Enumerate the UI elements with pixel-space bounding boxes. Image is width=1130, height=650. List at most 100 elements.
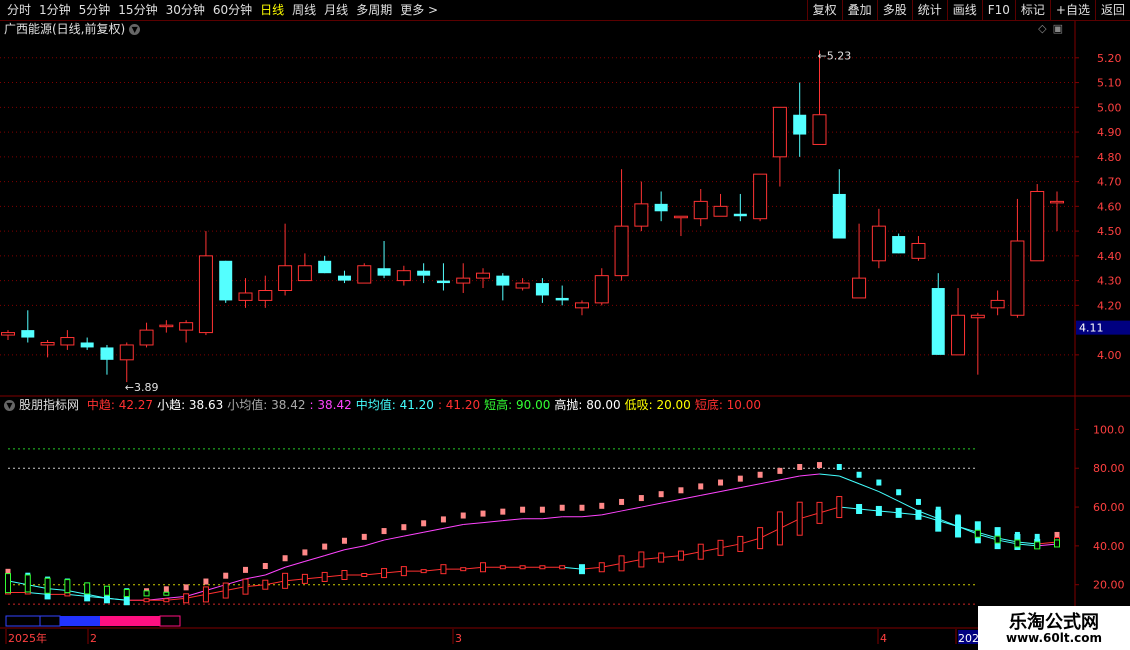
candle-body-down	[931, 288, 945, 355]
candle-body-up	[594, 275, 609, 304]
price-tick-label: 4.60	[1097, 200, 1122, 213]
small-trend-marker	[243, 566, 249, 573]
candle-body-up	[1, 332, 15, 336]
candle-body-up	[198, 255, 213, 334]
small-trend-marker	[797, 464, 803, 470]
price-tick-label: 4.90	[1097, 126, 1122, 139]
period-tab-0[interactable]: 分时	[4, 0, 34, 20]
mid-trend-bar	[440, 564, 447, 575]
mid-trend-bar	[381, 568, 388, 579]
watermark: 乐淘公式网 www.60lt.com	[978, 606, 1130, 650]
small-trend-marker	[282, 555, 288, 562]
candle-body-down	[496, 275, 510, 286]
indicator-legend: 中趋: 42.27 小趋: 38.63 小均值: 38.42: 38.42 中均值: …	[87, 398, 765, 412]
period-tab-5[interactable]: 60分钟	[210, 0, 255, 20]
function-button-1[interactable]: 叠加	[841, 0, 877, 20]
indicator-tick-label: 40.00	[1093, 540, 1125, 553]
period-tab-4[interactable]: 30分钟	[163, 0, 208, 20]
small-trend-marker	[381, 528, 387, 535]
small-trend-marker	[421, 520, 427, 527]
mid-trend-bar	[717, 539, 724, 556]
price-tick-label: 4.30	[1097, 275, 1122, 288]
mid-trend-bar	[915, 509, 922, 520]
mid-trend-bar	[935, 509, 942, 532]
small-trend-line	[661, 498, 682, 504]
candle-body-up	[139, 329, 154, 346]
high-annotation: ←5.23	[817, 49, 851, 62]
period-strip-seg	[5, 615, 41, 627]
function-button-2[interactable]: 多股	[876, 0, 912, 20]
function-button-0[interactable]: 复权	[806, 0, 842, 20]
legend-item-2: 小均值: 38.42	[227, 398, 306, 412]
date-label: 202	[958, 632, 979, 645]
period-tab-1[interactable]: 1分钟	[36, 0, 74, 20]
mid-trend-bar	[757, 527, 764, 550]
candle-body-up	[297, 265, 312, 282]
short-signal-bar	[103, 585, 110, 596]
period-tab-7[interactable]: 周线	[289, 0, 319, 20]
price-tick-label: 4.40	[1097, 250, 1122, 263]
dropdown-icon[interactable]: ▼	[129, 24, 141, 35]
small-trend-line	[799, 473, 820, 477]
panel-toggle-icon[interactable]: ▣	[1053, 22, 1069, 35]
legend-item-0: 中趋: 42.27	[86, 398, 154, 412]
short-signal-bar	[5, 573, 11, 594]
mid-trend-bar	[301, 573, 308, 584]
function-button-6[interactable]: 标记	[1014, 0, 1050, 20]
mid-trend-bar	[737, 535, 744, 552]
mid-trend-bar	[638, 551, 645, 568]
small-trend-marker	[619, 498, 625, 505]
small-trend-line	[740, 483, 761, 489]
candle-body-up	[476, 272, 491, 279]
small-trend-line	[581, 514, 602, 518]
period-strip-seg	[159, 615, 181, 627]
small-trend-line	[443, 524, 464, 529]
period-tab-2[interactable]: 5分钟	[76, 0, 114, 20]
small-trend-marker	[163, 586, 169, 593]
small-trend-line	[680, 494, 701, 500]
function-button-3[interactable]: 统计	[911, 0, 947, 20]
small-trend-line	[423, 527, 444, 533]
main-panel-header: 广西能源(日线,前复权) ▼ ◇▣	[0, 21, 1075, 37]
function-button-4[interactable]: 画线	[946, 0, 982, 20]
candle-body-up	[990, 299, 1005, 309]
diamond-icon[interactable]: ◇	[1038, 22, 1052, 35]
small-trend-marker	[520, 506, 526, 513]
small-trend-marker	[460, 512, 466, 519]
candle-body-down	[535, 283, 549, 296]
candle-body-down	[21, 330, 35, 338]
function-button-5[interactable]: F10	[981, 0, 1015, 20]
period-tab-10[interactable]: 更多 >	[397, 0, 441, 20]
price-tick-label: 5.20	[1097, 52, 1122, 65]
period-tab-9[interactable]: 多周期	[353, 0, 395, 20]
short-signal-bar	[1054, 539, 1060, 548]
stock-title[interactable]: 广西能源(日线,前复权) ▼	[4, 21, 141, 37]
small-trend-line	[482, 520, 503, 524]
period-tab-6[interactable]: 日线	[257, 0, 287, 20]
small-trend-line	[720, 487, 741, 493]
mid-trend-bar	[618, 555, 625, 572]
mid-trend-bar	[123, 595, 130, 606]
dropdown-icon[interactable]: ▼	[4, 400, 15, 411]
period-tab-8[interactable]: 月线	[321, 0, 351, 20]
small-trend-marker	[183, 584, 189, 591]
candle-body-down	[793, 114, 807, 135]
panel-icons: ◇▣	[1038, 21, 1069, 37]
small-trend-line	[284, 560, 306, 568]
date-label: 3	[455, 632, 462, 645]
mid-trend-bar	[776, 511, 783, 546]
function-button-7[interactable]: +自选	[1049, 0, 1095, 20]
short-signal-bar	[163, 591, 170, 596]
indicator-name[interactable]: 股朋指标网	[19, 398, 79, 412]
candle-body-up	[812, 114, 827, 145]
candle-body-up	[40, 341, 55, 346]
function-button-8[interactable]: 返回	[1094, 0, 1130, 20]
period-tab-3[interactable]: 15分钟	[115, 0, 160, 20]
short-signal-bar	[24, 574, 31, 593]
mid-trend-bar	[163, 598, 170, 603]
small-trend-marker	[539, 506, 545, 513]
mid-trend-bar	[895, 507, 902, 518]
candle-body-down	[377, 268, 391, 276]
small-trend-line	[324, 549, 345, 557]
date-label: 4	[880, 632, 887, 645]
